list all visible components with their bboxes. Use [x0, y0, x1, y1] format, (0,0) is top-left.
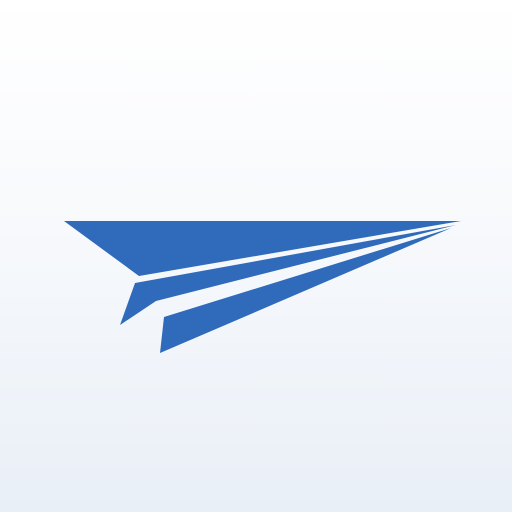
- app-icon-tile: [0, 0, 512, 512]
- paper-plane-icon: [64, 221, 461, 353]
